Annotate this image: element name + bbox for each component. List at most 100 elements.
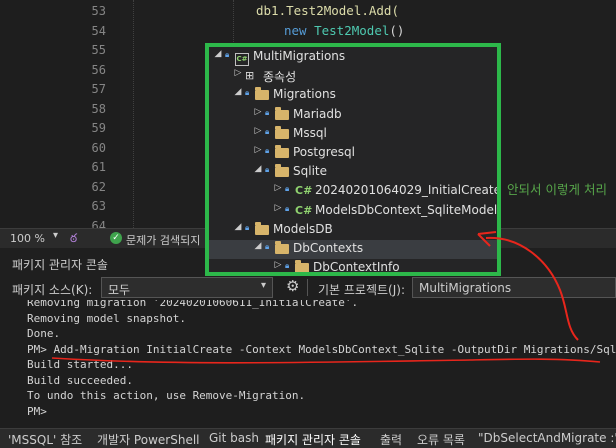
- lock-icon: 🔒︎: [265, 242, 270, 251]
- tree-node[interactable]: ▷ 🔒︎ C# ModelsDbContext_SqliteModelSna: [209, 202, 497, 221]
- collapse-arrow-icon[interactable]: ◢: [233, 222, 243, 232]
- package-source-value: 모두: [108, 283, 131, 297]
- console-output[interactable]: Removing migration '20240201060611_Initi…: [0, 300, 616, 428]
- expand-arrow-icon[interactable]: ▷: [273, 203, 283, 213]
- tree-node-label: Mssql: [293, 125, 327, 140]
- console-line: Build started...: [27, 358, 133, 371]
- code-token: Test2Model: [314, 22, 390, 38]
- line-number: 58: [91, 101, 106, 116]
- folder-icon: [275, 106, 289, 120]
- console-line: Removing migration '20240201060611_Initi…: [27, 300, 359, 309]
- line-number: 54: [91, 23, 106, 38]
- line-number: 56: [91, 62, 106, 77]
- line-number: 57: [91, 82, 106, 96]
- lock-icon: 🔒︎: [265, 126, 270, 136]
- line-number: 60: [91, 140, 106, 155]
- tree-node[interactable]: ◢ 🔒︎ C# MultiMigrations: [209, 48, 497, 67]
- expand-arrow-icon[interactable]: ▷: [253, 145, 263, 155]
- csharp-file-icon: C#: [295, 203, 313, 217]
- tab-0[interactable]: 'MSSQL' 참조: [8, 431, 82, 448]
- tree-node[interactable]: ▷ 🔒︎ C# 20240201064029_InitialCreate.cs: [209, 182, 497, 201]
- tree-node-label: MultiMigrations: [253, 49, 346, 63]
- no-issues-icon[interactable]: ✓: [110, 232, 122, 244]
- default-project-select[interactable]: MultiMigrations: [412, 277, 616, 298]
- code-token: (): [389, 22, 405, 38]
- lock-icon: 🔒︎: [285, 261, 290, 271]
- code-line: 안되서 이렇게 처리: [507, 179, 607, 198]
- lock-icon: 🔒︎: [245, 222, 250, 232]
- tree-node[interactable]: ◢ 🔒︎ Sqlite: [209, 163, 497, 182]
- indent-guide: [133, 0, 134, 228]
- tab-1[interactable]: 개발자 PowerShell: [97, 431, 200, 448]
- expand-arrow-icon[interactable]: ▷: [273, 260, 283, 270]
- console-line: To undo this action, use Remove-Migratio…: [27, 389, 306, 402]
- csharp-file-icon: C#: [295, 184, 313, 198]
- gear-icon[interactable]: ⚙: [286, 277, 299, 295]
- tree-node[interactable]: ▷ 🔒︎ Postgresql: [209, 144, 497, 163]
- lock-icon: 🔒︎: [285, 203, 290, 213]
- tab-4[interactable]: 출력: [380, 431, 402, 448]
- lock-icon: 🔒︎: [245, 88, 250, 98]
- expand-arrow-icon[interactable]: ▷: [233, 68, 243, 78]
- tree-node-label: ModelsDB: [273, 221, 333, 236]
- zoom-level[interactable]: 100 %: [10, 232, 45, 245]
- console-line: PM> Add-Migration InitialCreate -Context…: [27, 342, 616, 356]
- tab-5[interactable]: 오류 목록: [417, 431, 465, 448]
- expand-arrow-icon[interactable]: ▷: [253, 107, 263, 117]
- package-source-select[interactable]: 모두 ▾: [101, 277, 273, 298]
- issues-status-text[interactable]: 문제가 검색되지: [126, 232, 200, 248]
- collapse-arrow-icon[interactable]: ◢: [253, 241, 263, 251]
- tool-window-tabs: 'MSSQL' 참조 개발자 PowerShell Git bash 패키지 관리자 …: [0, 428, 616, 448]
- tree-node-label: Sqlite: [293, 164, 327, 179]
- folder-icon: [275, 163, 289, 178]
- chevron-down-icon: ▾: [260, 280, 266, 291]
- line-number: 61: [91, 160, 106, 174]
- expand-arrow-icon[interactable]: ▷: [253, 126, 263, 136]
- tab-6[interactable]: "DbSelectAndMigrate :": [478, 431, 616, 445]
- solution-explorer-tree[interactable]: ◢ 🔒︎ C# MultiMigrations ▷ ⊞ 종속성 ◢ 🔒︎ Migrations ▷ 🔒…: [205, 43, 501, 276]
- folder-icon: [255, 86, 269, 101]
- line-number: 53: [91, 4, 106, 18]
- tree-node-label: Migrations: [273, 87, 336, 102]
- expand-arrow-icon[interactable]: ▷: [273, 183, 283, 193]
- console-line: Build succeeded.: [27, 373, 133, 387]
- zoom-dropdown-icon[interactable]: ▾: [53, 230, 58, 241]
- console-line: Done.: [27, 327, 61, 340]
- tree-node[interactable]: ◢ 🔒︎ DbContexts: [209, 240, 497, 259]
- default-project-label: 기본 프로젝트(J):: [318, 283, 406, 297]
- lock-icon: 🔒︎: [265, 146, 270, 155]
- lock-icon: 🔒︎: [285, 184, 290, 194]
- collapse-arrow-icon[interactable]: ◢: [233, 87, 243, 97]
- code-token: 안되서 이렇게 처리: [507, 181, 607, 197]
- package-source-label: 패키지 소스(K):: [12, 283, 93, 297]
- tree-node-label: Mariadb: [293, 106, 342, 121]
- tab-2[interactable]: Git bash: [209, 431, 259, 445]
- copilot-icon[interactable]: ఠ: [70, 231, 77, 248]
- tree-node-label: ModelsDbContext_SqliteModelSna: [315, 202, 501, 217]
- tree-node[interactable]: ▷ ⊞ 종속성: [209, 67, 497, 86]
- lock-icon: 🔒︎: [225, 50, 230, 59]
- package-manager-toolbar: 패키지 소스(K): 모두 ▾ ⚙ 기본 프로젝트(J): MultiMigra…: [0, 276, 616, 300]
- lock-icon: 🔒︎: [265, 165, 270, 175]
- tree-node[interactable]: ◢ 🔒︎ Migrations: [209, 86, 497, 105]
- tab-3[interactable]: 패키지 관리자 콘솔: [265, 431, 361, 448]
- tree-node[interactable]: ▷ 🔒︎ Mariadb: [209, 106, 497, 125]
- tree-node-label: DbContexts: [293, 241, 364, 255]
- collapse-arrow-icon[interactable]: ◢: [213, 49, 223, 59]
- console-line: PM>: [27, 404, 47, 418]
- code-token: new: [284, 22, 315, 38]
- folder-icon: [295, 259, 309, 272]
- line-number: 63: [91, 199, 106, 213]
- panel-title: 패키지 관리자 콘솔: [12, 258, 108, 272]
- folder-icon: [275, 144, 289, 158]
- tree-node[interactable]: ▷ 🔒︎ Mssql: [209, 125, 497, 144]
- tree-node[interactable]: ◢ 🔒︎ ModelsDB: [209, 221, 497, 240]
- folder-icon: [275, 125, 289, 139]
- folder-icon: [255, 221, 269, 235]
- tree-node-label: Postgresql: [293, 145, 355, 159]
- tree-node[interactable]: ▷ 🔒︎ DbContextInfo: [209, 259, 497, 272]
- collapse-arrow-icon[interactable]: ◢: [253, 164, 263, 174]
- default-project-value: MultiMigrations: [419, 281, 512, 295]
- code-line: db1.Test2Model.Add(: [256, 3, 399, 18]
- line-number: 59: [91, 121, 106, 135]
